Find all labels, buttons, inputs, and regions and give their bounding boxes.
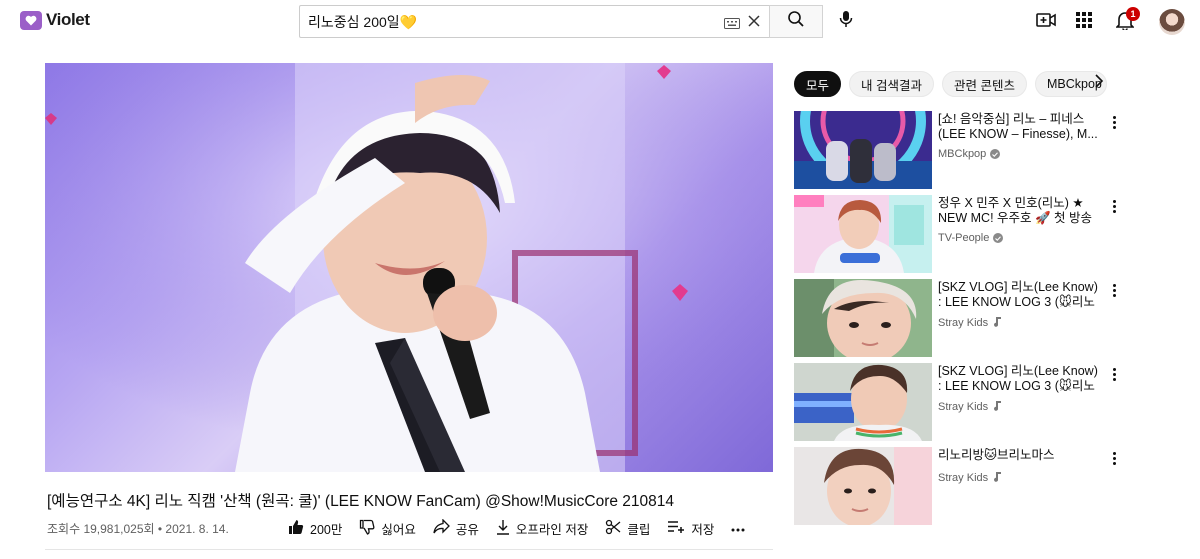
chips-next-button[interactable] [1094, 74, 1104, 93]
search-bar [299, 5, 823, 38]
chevron-right-icon [1094, 74, 1104, 92]
offline-save-label: 오프라인 저장 [515, 522, 589, 537]
chip-all[interactable]: 모두 [794, 71, 842, 97]
create-video-button[interactable] [1034, 10, 1058, 34]
music-note-icon [992, 471, 1002, 485]
video-actions: 200만 싫어요 공유 오프라인 저장 클립 저장 [288, 518, 745, 538]
keyboard-icon[interactable] [724, 16, 740, 34]
related-video-thumbnail[interactable] [794, 279, 932, 357]
top-header: Violet 리노중심 200일💛 1 [0, 0, 1200, 44]
related-video-channel: Stray Kids [938, 400, 1002, 414]
search-icon [787, 10, 805, 33]
like-button[interactable]: 200만 [288, 519, 342, 538]
related-video-channel: MBCkpop [938, 148, 1001, 160]
channel-name: Stray Kids [938, 317, 989, 329]
related-video-title: 리노리방🐱브리노마스 [938, 448, 1055, 462]
related-video-title: [쇼! 음악중심] 리노 – 피네스 (LEE KNOW – Finesse),… [938, 112, 1098, 141]
thumbs-down-icon [359, 519, 375, 538]
search-button[interactable] [769, 5, 823, 38]
more-horizontal-icon [731, 521, 745, 535]
channel-name: Stray Kids [938, 472, 989, 484]
channel-name: MBCkpop [938, 148, 987, 160]
clear-search-icon[interactable] [746, 13, 762, 34]
related-video-item[interactable]: [쇼! 음악중심] 리노 – 피네스 (LEE KNOW – Finesse),… [794, 111, 1124, 189]
related-video-item[interactable]: 리노리방🐱브리노마스 Stray Kids [794, 447, 1124, 525]
chip-my-search-results[interactable]: 내 검색결과 [849, 71, 934, 97]
related-video-title: 정우 X 민주 X 민호(리노) ★ NEW MC! 우주호 🚀 첫 방송 MC… [938, 196, 1093, 225]
related-video-thumbnail[interactable] [794, 111, 932, 189]
avatar[interactable] [1159, 9, 1185, 35]
related-video-thumbnail[interactable] [794, 363, 932, 441]
music-note-icon [992, 400, 1002, 414]
more-vertical-icon[interactable] [1110, 113, 1118, 131]
more-vertical-icon[interactable] [1110, 449, 1118, 467]
app-name: Violet [46, 10, 90, 29]
more-vertical-icon[interactable] [1110, 281, 1118, 299]
related-video-title: [SKZ VLOG] 리노(Lee Know) : LEE KNOW LOG 3… [938, 280, 1098, 309]
share-label: 공유 [455, 522, 479, 537]
dislike-label: 싫어요 [381, 522, 416, 537]
create-video-icon [1036, 12, 1056, 33]
apps-grid-icon [1076, 11, 1092, 33]
video-frame [45, 63, 773, 472]
chip-related-content[interactable]: 관련 콘텐츠 [942, 71, 1027, 97]
related-video-item[interactable]: [SKZ VLOG] 리노(Lee Know) : LEE KNOW LOG 3… [794, 363, 1124, 441]
apps-button[interactable] [1072, 10, 1096, 34]
verified-icon [993, 233, 1004, 243]
scissors-icon [605, 519, 621, 538]
share-button[interactable]: 공유 [433, 518, 479, 538]
offline-save-button[interactable]: 오프라인 저장 [496, 519, 588, 538]
notification-count-badge: 1 [1126, 7, 1140, 21]
channel-name: Stray Kids [938, 401, 989, 413]
more-actions-button[interactable] [731, 521, 745, 535]
download-icon [496, 519, 510, 538]
related-video-channel: Stray Kids [938, 316, 1002, 330]
microphone-icon [839, 10, 853, 33]
music-note-icon [992, 316, 1002, 330]
clip-label: 클립 [627, 522, 651, 537]
video-title: [예능연구소 4K] 리노 직캠 '산책 (원곡: 쿨)' (LEE KNOW … [47, 493, 675, 510]
related-video-channel: TV-People [938, 232, 1004, 244]
related-video-channel: Stray Kids [938, 471, 1002, 485]
more-vertical-icon[interactable] [1110, 365, 1118, 383]
divider [45, 549, 773, 550]
related-video-thumbnail[interactable] [794, 195, 932, 273]
dislike-button[interactable]: 싫어요 [359, 519, 416, 538]
related-video-title: [SKZ VLOG] 리노(Lee Know) : LEE KNOW LOG 3… [938, 364, 1098, 393]
search-input[interactable] [299, 5, 769, 38]
save-to-playlist-button[interactable]: 저장 [667, 519, 714, 538]
related-video-thumbnail[interactable] [794, 447, 932, 525]
related-video-item[interactable]: 정우 X 민주 X 민호(리노) ★ NEW MC! 우주호 🚀 첫 방송 MC… [794, 195, 1124, 273]
channel-name: TV-People [938, 232, 990, 244]
voice-search-button[interactable] [834, 9, 858, 33]
video-player[interactable] [45, 63, 773, 472]
save-label: 저장 [691, 522, 715, 537]
app-logo[interactable]: Violet [20, 10, 90, 30]
heart-logo-icon [20, 10, 42, 30]
verified-icon [990, 149, 1001, 159]
playlist-add-icon [667, 520, 685, 537]
more-vertical-icon[interactable] [1110, 197, 1118, 215]
like-count: 200만 [310, 522, 343, 537]
clip-button[interactable]: 클립 [605, 519, 650, 538]
share-arrow-icon [433, 518, 450, 537]
video-view-count-date: 조회수 19,981,025회 • 2021. 8. 14. [47, 522, 229, 536]
related-video-item[interactable]: [SKZ VLOG] 리노(Lee Know) : LEE KNOW LOG 3… [794, 279, 1124, 357]
notifications-button[interactable]: 1 [1113, 7, 1140, 34]
filter-chips: 모두 내 검색결과 관련 콘텐츠 MBCkpop [794, 71, 1107, 97]
thumbs-up-icon [288, 519, 304, 538]
